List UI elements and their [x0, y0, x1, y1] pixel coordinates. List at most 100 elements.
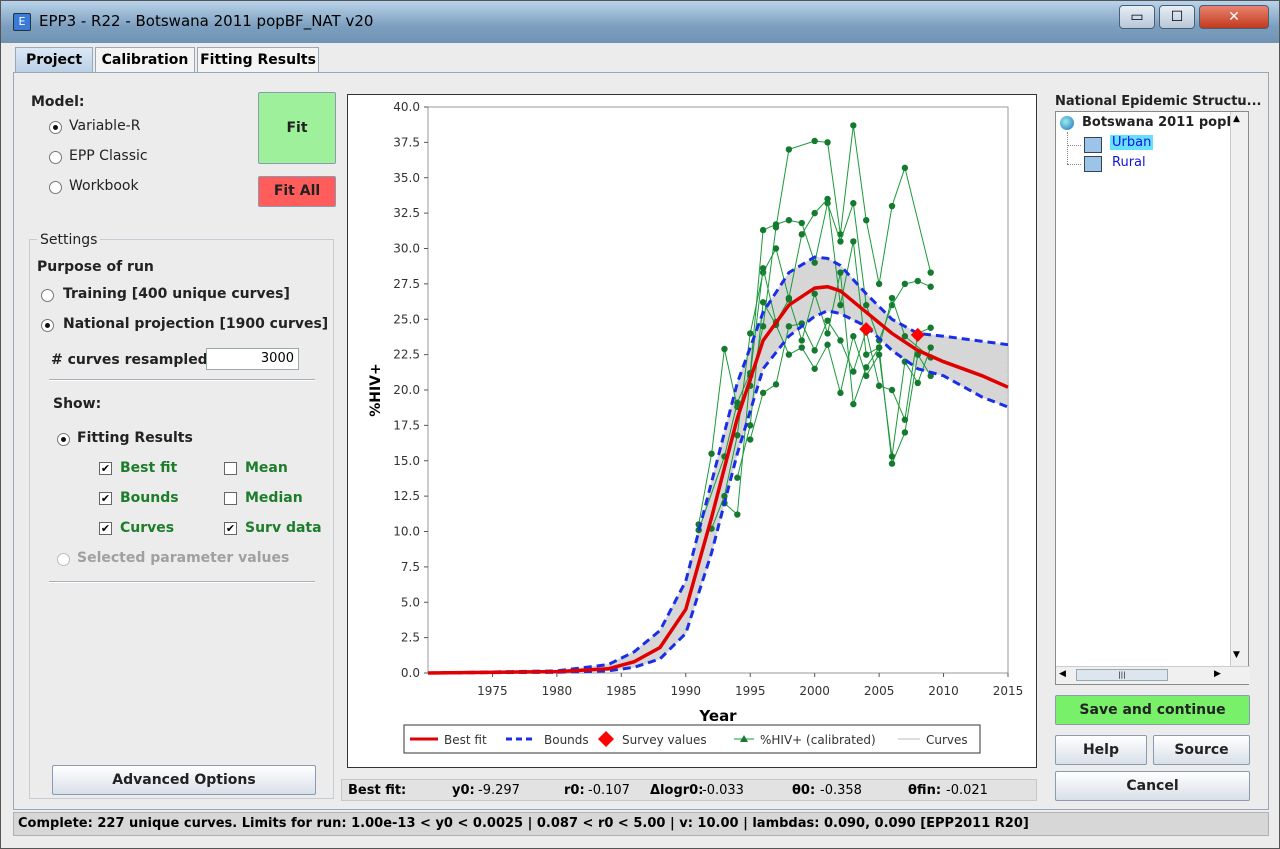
param-thetafin-value: -0.021 [946, 783, 988, 798]
cancel-button[interactable]: Cancel [1055, 771, 1250, 801]
calibrated-point [772, 245, 780, 252]
tree-horizontal-scrollbar[interactable]: ◀ ||| ▶ [1056, 666, 1250, 684]
fit-button[interactable]: Fit [258, 92, 336, 164]
y-tick-label: 20.0 [393, 383, 420, 397]
tab-calibration[interactable]: Calibration [95, 47, 195, 73]
minimize-button[interactable]: ▭ [1119, 5, 1155, 29]
tree-item-rural[interactable]: Rural [1112, 155, 1146, 170]
help-button[interactable]: Help [1055, 735, 1147, 765]
param-theta0-value: -0.358 [820, 783, 862, 798]
calibrated-point [927, 344, 934, 351]
checkbox-bounds[interactable]: ✔ [99, 492, 112, 505]
calibrated-point [721, 345, 728, 353]
tab-project[interactable]: Project [15, 47, 93, 73]
close-button[interactable]: ✕ [1199, 5, 1269, 29]
close-icon: ✕ [1228, 9, 1240, 25]
checkbox-curves[interactable]: ✔ [99, 522, 112, 535]
tree-title: National Epidemic Structu... [1055, 94, 1262, 109]
calibrated-point [798, 344, 805, 351]
radio-variable-r[interactable] [49, 121, 62, 134]
radio-fitting-results[interactable] [57, 433, 70, 446]
scroll-left-icon[interactable]: ◀ [1059, 669, 1066, 679]
checkbox-surv-data[interactable]: ✔ [224, 522, 237, 535]
x-tick-label: 1990 [671, 684, 702, 698]
x-tick-label: 1985 [606, 684, 637, 698]
epp-window: E EPP3 - R22 - Botswana 2011 popBF_NAT v… [0, 0, 1280, 849]
radio-training[interactable] [41, 289, 54, 302]
calibrated-point [875, 280, 883, 288]
x-axis-label: Year [698, 707, 737, 725]
maximize-button[interactable]: ☐ [1159, 5, 1195, 29]
label-mean: Mean [245, 460, 288, 476]
calibrated-point [811, 259, 818, 266]
calibrated-point [734, 511, 741, 518]
param-r0-value: -0.107 [588, 783, 630, 798]
calibrated-point [811, 347, 818, 354]
calibrated-point [850, 238, 857, 245]
label-fitting-results: Fitting Results [77, 430, 193, 446]
checkbox-median[interactable] [224, 492, 237, 505]
fit-all-button[interactable]: Fit All [258, 176, 336, 207]
y-tick-label: 15.0 [393, 454, 420, 468]
calibrated-point [824, 330, 831, 337]
calibrated-point [901, 429, 909, 436]
title-bar: E EPP3 - R22 - Botswana 2011 popBF_NAT v… [1, 1, 1279, 43]
region-rural-icon [1084, 156, 1102, 172]
calibrated-point [824, 195, 831, 203]
minimize-icon: ▭ [1130, 9, 1144, 25]
best-fit-params-label: Best fit: [348, 783, 407, 798]
scroll-thumb[interactable]: ||| [1076, 669, 1168, 681]
y-tick-label: 35.0 [393, 171, 420, 185]
y-tick-label: 7.5 [401, 560, 420, 574]
scroll-right-icon[interactable]: ▶ [1214, 669, 1221, 679]
label-workbook: Workbook [69, 178, 139, 194]
calibrated-point [901, 416, 909, 423]
label-best-fit: Best fit [120, 460, 178, 476]
calibrated-point [785, 146, 793, 153]
checkbox-mean[interactable] [224, 462, 237, 475]
maximize-icon: ☐ [1170, 9, 1184, 25]
source-button[interactable]: Source [1153, 735, 1250, 765]
epidemic-structure-tree[interactable]: Botswana 2011 popE Urban Rural ▲ ▼ ◀ |||… [1055, 111, 1250, 685]
calibrated-point [837, 301, 844, 309]
best-fit-params: Best fit: y0: -9.297 r0: -0.107 Δlogr0: … [341, 779, 1037, 801]
tree-item-urban[interactable]: Urban [1110, 135, 1154, 150]
calibrated-point [901, 280, 909, 288]
calibrated-point [863, 351, 870, 358]
calibrated-point [850, 368, 857, 375]
separator [49, 581, 315, 583]
tree-vertical-scrollbar[interactable]: ▲ ▼ [1230, 112, 1248, 668]
tree-line [1067, 164, 1081, 165]
window-title: EPP3 - R22 - Botswana 2011 popBF_NAT v20 [39, 12, 374, 30]
globe-icon [1060, 116, 1074, 130]
y-tick-label: 40.0 [393, 100, 420, 114]
curves-resampled-label: # curves resampled [51, 352, 208, 368]
y-tick-label: 12.5 [393, 489, 420, 503]
calibrated-point [888, 460, 896, 467]
scroll-down-icon[interactable]: ▼ [1233, 650, 1240, 660]
scroll-up-icon[interactable]: ▲ [1233, 114, 1240, 124]
label-median: Median [245, 490, 303, 506]
radio-epp-classic[interactable] [49, 151, 62, 164]
tree-root[interactable]: Botswana 2011 popE [1082, 115, 1235, 130]
calibrated-point [824, 317, 831, 324]
legend-curves-label: Curves [926, 733, 968, 747]
x-tick-label: 1995 [735, 684, 766, 698]
label-surv-data: Surv data [245, 520, 322, 536]
radio-selected-params[interactable] [57, 553, 70, 566]
y-tick-label: 32.5 [393, 206, 420, 220]
label-national-projection: National projection [1900 curves] [63, 316, 329, 332]
calibrated-point [759, 265, 767, 272]
radio-workbook[interactable] [49, 181, 62, 194]
tab-fitting-results[interactable]: Fitting Results [197, 47, 319, 73]
checkbox-best-fit[interactable]: ✔ [99, 462, 112, 475]
radio-national-projection[interactable] [41, 319, 54, 332]
calibrated-point [850, 200, 857, 207]
advanced-options-button[interactable]: Advanced Options [52, 765, 316, 795]
calibrated-point [734, 399, 741, 406]
save-and-continue-button[interactable]: Save and continue [1055, 695, 1250, 725]
calibrated-point [875, 382, 883, 389]
calibrated-point [798, 337, 805, 344]
curves-resampled-input[interactable]: 3000 [206, 348, 299, 370]
hiv-prevalence-chart: 0.0 2.5 5.0 7.5 10.0 12.5 15.0 17.5 20.0 22.5 25.0… [368, 100, 1023, 754]
